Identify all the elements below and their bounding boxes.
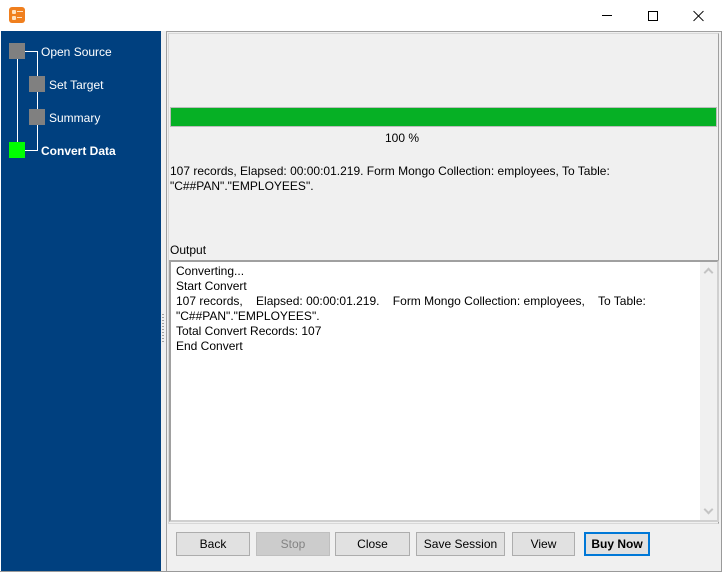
progress-bar bbox=[170, 107, 717, 127]
back-button[interactable]: Back bbox=[176, 532, 250, 556]
close-icon bbox=[693, 10, 705, 22]
step-open-source: Open Source bbox=[41, 45, 112, 59]
view-button[interactable]: View bbox=[512, 532, 575, 556]
wizard-steps-sidebar: Open Source Set Target Summary Convert D… bbox=[1, 31, 161, 571]
close-window-button[interactable] bbox=[676, 0, 722, 31]
chevron-down-icon bbox=[703, 504, 714, 515]
scroll-down-button[interactable] bbox=[700, 503, 717, 520]
scroll-up-button[interactable] bbox=[700, 262, 717, 279]
output-log[interactable]: Converting... Start Convert 107 records,… bbox=[169, 260, 719, 522]
buy-now-button[interactable]: Buy Now bbox=[584, 532, 650, 556]
splitter-grip-icon bbox=[162, 314, 164, 344]
step-status-icon bbox=[29, 76, 45, 92]
minimize-button[interactable] bbox=[584, 0, 630, 31]
maximize-button[interactable] bbox=[630, 0, 676, 31]
save-session-button[interactable]: Save Session bbox=[416, 532, 505, 556]
progress-percent-label: 100 % bbox=[384, 131, 420, 145]
status-summary: 107 records, Elapsed: 00:00:01.219. Form… bbox=[170, 164, 610, 193]
step-convert-data: Convert Data bbox=[41, 144, 116, 158]
app-icon bbox=[9, 7, 25, 23]
title-bar bbox=[0, 0, 722, 31]
minimize-icon bbox=[602, 15, 612, 16]
chevron-up-icon bbox=[703, 267, 714, 278]
close-button[interactable]: Close bbox=[335, 532, 410, 556]
output-line: 107 records, Elapsed: 00:00:01.219. Form… bbox=[176, 294, 650, 323]
output-line: Start Convert bbox=[176, 279, 247, 293]
step-summary: Summary bbox=[49, 111, 101, 125]
maximize-icon bbox=[648, 10, 658, 21]
output-line: Total Convert Records: 107 bbox=[176, 324, 322, 338]
app-window: Open Source Set Target Summary Convert D… bbox=[0, 0, 722, 572]
step-status-icon bbox=[29, 109, 45, 125]
progress-fill bbox=[171, 108, 716, 126]
output-label: Output bbox=[170, 243, 207, 257]
tree-line bbox=[37, 51, 38, 151]
output-text: Converting... Start Convert 107 records,… bbox=[176, 264, 676, 354]
step-status-icon-active bbox=[9, 142, 25, 158]
output-scrollbar[interactable] bbox=[700, 262, 717, 520]
tree-line bbox=[25, 150, 38, 151]
step-status-icon bbox=[9, 43, 25, 59]
stop-button[interactable]: Stop bbox=[256, 532, 330, 556]
output-line: End Convert bbox=[176, 339, 243, 353]
tree-line bbox=[17, 51, 18, 151]
step-set-target: Set Target bbox=[49, 78, 104, 92]
convert-panel: 100 % 107 records, Elapsed: 00:00:01.219… bbox=[166, 31, 721, 571]
output-line: Converting... bbox=[176, 264, 245, 278]
